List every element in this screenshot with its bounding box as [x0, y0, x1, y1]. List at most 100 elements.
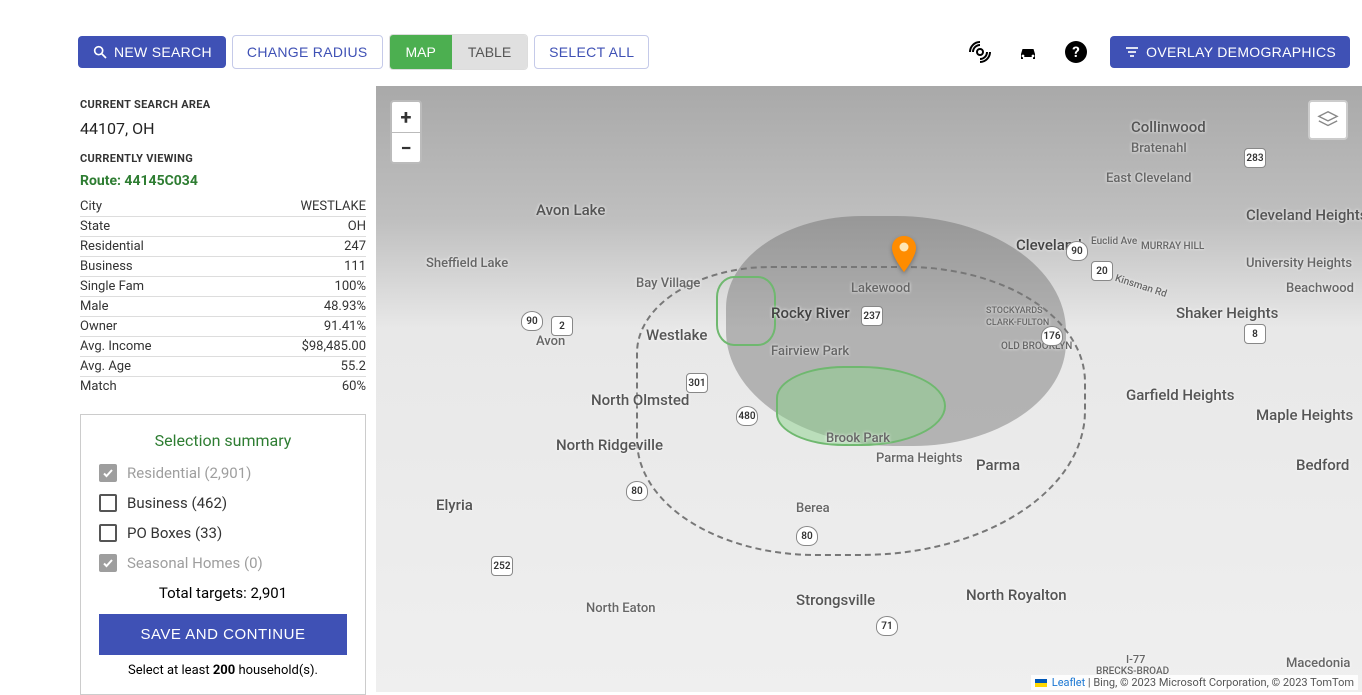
- layers-control[interactable]: [1308, 100, 1348, 140]
- stat-row: Male48.93%: [80, 297, 366, 317]
- map-attribution: Leaflet | Bing, © 2023 Microsoft Corpora…: [1031, 675, 1358, 690]
- highway-shield: 80: [626, 481, 648, 501]
- road-label: Kinsman Rd: [1114, 273, 1168, 300]
- currently-viewing-label: CURRENTLY VIEWING: [80, 152, 366, 165]
- stat-row: Avg. Income$98,485.00: [80, 337, 366, 357]
- map-tab[interactable]: MAP: [390, 35, 452, 69]
- stat-row: Single Fam100%: [80, 277, 366, 297]
- radar-icon[interactable]: [966, 38, 994, 66]
- zoom-in-button[interactable]: +: [392, 102, 420, 132]
- highway-shield: 80: [796, 526, 818, 546]
- search-area-zip: 44107, OH: [80, 119, 366, 138]
- content: CURRENT SEARCH AREA 44107, OH CURRENTLY …: [0, 86, 1362, 695]
- selection-summary-card: Selection summary Residential (2,901) Bu…: [80, 414, 366, 695]
- highway-shield: 90: [1066, 241, 1088, 261]
- poboxes-checkbox[interactable]: [99, 524, 117, 542]
- highway-shield: 480: [736, 406, 758, 426]
- route-shield: 8: [1244, 324, 1266, 344]
- city-label: Parma: [976, 456, 1020, 474]
- sidebar: CURRENT SEARCH AREA 44107, OH CURRENTLY …: [80, 86, 376, 695]
- city-label: Berea: [796, 501, 830, 516]
- city-label: Bratenahl: [1131, 141, 1187, 156]
- route-shield: 252: [491, 556, 513, 576]
- selected-route-outline[interactable]: [716, 276, 776, 346]
- header-right: ? OVERLAY DEMOGRAPHICS: [966, 36, 1350, 68]
- route-shield: 283: [1244, 148, 1266, 168]
- save-and-continue-button[interactable]: SAVE AND CONTINUE: [99, 614, 347, 655]
- residential-checkbox-row: Residential (2,901): [99, 464, 347, 482]
- city-label: North Royalton: [966, 586, 1067, 604]
- search-icon: [92, 44, 108, 60]
- city-label: Beachwood: [1286, 281, 1354, 296]
- city-label: Macedonia: [1286, 656, 1350, 671]
- stat-row: Owner91.41%: [80, 317, 366, 337]
- new-search-label: NEW SEARCH: [114, 44, 212, 60]
- current-search-area-label: CURRENT SEARCH AREA: [80, 98, 366, 111]
- stat-row: Avg. Age55.2: [80, 357, 366, 377]
- stats-table: CityWESTLAKE StateOH Residential247 Busi…: [80, 197, 366, 396]
- stat-row: Match60%: [80, 377, 366, 396]
- city-label: Maple Heights: [1256, 406, 1353, 424]
- city-label: Parma Heights: [876, 451, 963, 466]
- zoom-control: + −: [390, 100, 422, 164]
- highway-shield: 71: [876, 616, 898, 636]
- filter-icon: [1124, 44, 1140, 60]
- select-all-button[interactable]: SELECT ALL: [534, 35, 649, 69]
- overlay-demographics-button[interactable]: OVERLAY DEMOGRAPHICS: [1110, 36, 1350, 68]
- city-label: Shaker Heights: [1176, 304, 1278, 322]
- seasonal-checkbox-row: Seasonal Homes (0): [99, 554, 347, 572]
- city-label: Avon: [536, 334, 565, 349]
- help-icon[interactable]: ?: [1062, 38, 1090, 66]
- seasonal-label: Seasonal Homes (0): [127, 554, 263, 572]
- highway-shield: 176: [1041, 326, 1063, 346]
- stat-row: Business111: [80, 257, 366, 277]
- stat-row: StateOH: [80, 217, 366, 237]
- city-label: Rocky River: [771, 304, 850, 322]
- zoom-out-button[interactable]: −: [392, 132, 420, 162]
- route-shield: 20: [1091, 261, 1113, 281]
- business-checkbox[interactable]: [99, 494, 117, 512]
- neighborhood-label: STOCKYARDS: [986, 306, 1043, 316]
- city-label: Cleveland Heights: [1246, 206, 1362, 224]
- city-label: Westlake: [646, 326, 707, 344]
- min-household-hint: Select at least 200 household(s).: [99, 663, 347, 678]
- stat-row: Residential247: [80, 237, 366, 257]
- map-marker[interactable]: [891, 236, 917, 272]
- city-label: Avon Lake: [536, 201, 605, 219]
- route-shield: 2: [551, 316, 573, 336]
- header-bar: NEW SEARCH CHANGE RADIUS MAP TABLE SELEC…: [0, 0, 1362, 78]
- map-canvas[interactable]: + − Avon Lake Sheffield Lake Bay Village…: [376, 86, 1362, 692]
- city-label: Fairview Park: [771, 344, 849, 359]
- seasonal-checkbox: [99, 554, 117, 572]
- summary-title: Selection summary: [99, 431, 347, 450]
- leaflet-link[interactable]: Leaflet: [1052, 676, 1085, 689]
- stat-row: CityWESTLAKE: [80, 197, 366, 217]
- city-label: Garfield Heights: [1126, 386, 1234, 404]
- table-tab[interactable]: TABLE: [452, 35, 527, 69]
- neighborhood-label: MURRAY HILL: [1141, 241, 1204, 252]
- layers-icon: [1317, 109, 1339, 131]
- city-label: North Olmsted: [591, 391, 689, 409]
- city-label: Brook Park: [826, 431, 890, 446]
- city-label: East Cleveland: [1106, 171, 1192, 186]
- new-search-button[interactable]: NEW SEARCH: [78, 36, 226, 68]
- city-label: Bedford: [1296, 456, 1349, 474]
- business-checkbox-row[interactable]: Business (462): [99, 494, 347, 512]
- city-label: North Ridgeville: [556, 436, 663, 454]
- city-label: Collinwood: [1131, 118, 1206, 136]
- svg-text:?: ?: [1072, 43, 1079, 61]
- change-radius-button[interactable]: CHANGE RADIUS: [232, 35, 383, 69]
- road-label: I-77: [1126, 653, 1145, 666]
- neighborhood-label: OLD BROOKLYN: [1001, 341, 1072, 352]
- road-label: Euclid Ave: [1091, 236, 1137, 247]
- city-label: North Eaton: [586, 601, 655, 616]
- route-shield: 237: [861, 306, 883, 326]
- city-label: University Heights: [1246, 256, 1352, 271]
- poboxes-checkbox-row[interactable]: PO Boxes (33): [99, 524, 347, 542]
- car-icon[interactable]: [1014, 38, 1042, 66]
- highway-shield: 90: [521, 311, 543, 331]
- business-label: Business (462): [127, 494, 227, 512]
- city-label: Elyria: [436, 496, 473, 514]
- neighborhood-label: CLARK-FULTON: [986, 318, 1049, 328]
- total-targets: Total targets: 2,901: [99, 584, 347, 602]
